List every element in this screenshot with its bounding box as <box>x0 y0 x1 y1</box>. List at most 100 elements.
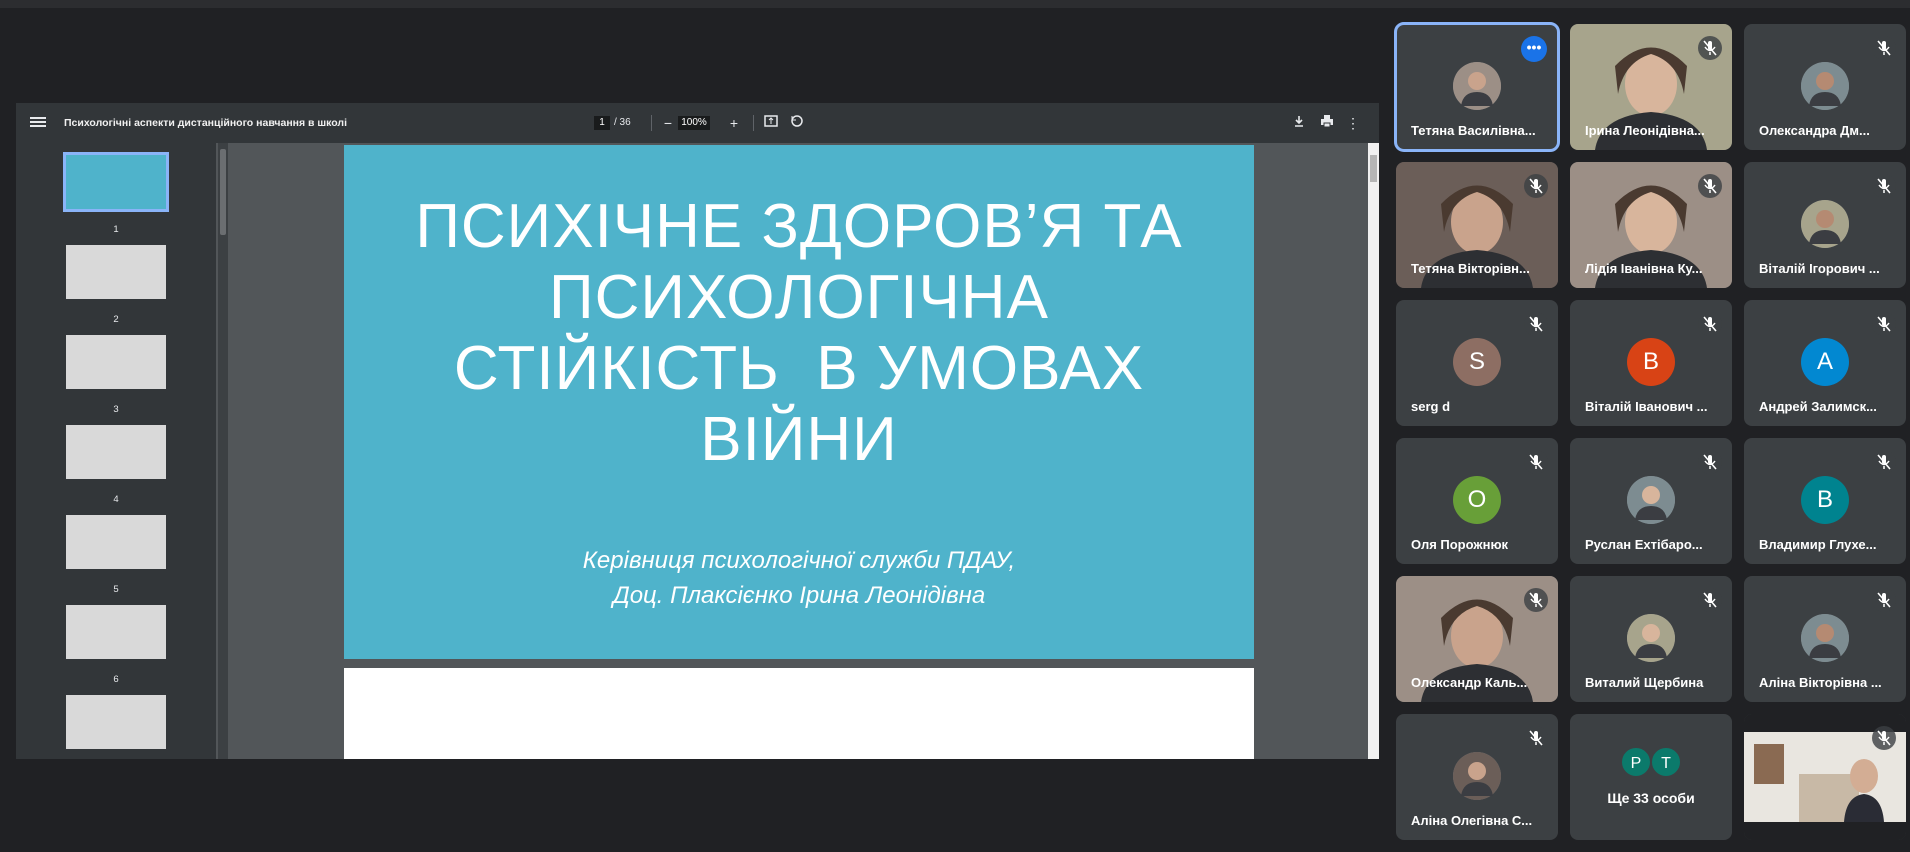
more-participants-label: Ще 33 особи <box>1607 790 1695 806</box>
divider <box>651 115 652 131</box>
thumbnail-number: 3 <box>113 404 119 415</box>
slide-title-line: ПСИХОЛОГІЧНА <box>549 263 1049 332</box>
thumbnail-page-6[interactable] <box>66 605 166 659</box>
slide-title: ПСИХІЧНЕ ЗДОРОВ’Я ТА ПСИХОЛОГІЧНА СТІЙКІ… <box>384 191 1214 475</box>
mic-off-icon <box>1698 312 1722 336</box>
avatar: T <box>1650 746 1682 778</box>
page-total: / 36 <box>614 117 631 128</box>
zoom-in-icon[interactable]: + <box>725 114 743 132</box>
participant-name: Аліна Олегівна С... <box>1411 813 1533 828</box>
slide-title-line: ВІЙНИ <box>700 405 898 474</box>
avatar: О <box>1453 476 1501 524</box>
participant-tile[interactable]: В Віталій Іванович ... <box>1570 300 1732 426</box>
mic-off-icon <box>1872 174 1896 198</box>
thumbnail-page-4[interactable] <box>66 425 166 479</box>
slide-subtitle: Керівниця психологічної служби ПДАУ, Доц… <box>384 543 1214 613</box>
avatar <box>1801 200 1849 248</box>
document-scrollbar[interactable] <box>1368 143 1379 759</box>
pdf-viewer: Психологічні аспекти дистанційного навча… <box>16 103 1379 759</box>
top-bar <box>0 0 1910 8</box>
participant-name: Аліна Вікторівна ... <box>1759 675 1882 690</box>
mic-off-icon <box>1524 174 1548 198</box>
avatar <box>1801 62 1849 110</box>
document-title: Психологічні аспекти дистанційного навча… <box>64 117 348 129</box>
mic-off-icon <box>1524 450 1548 474</box>
thumbnail-page-2[interactable] <box>66 245 166 299</box>
participant-tile[interactable]: Виталий Щербина <box>1570 576 1732 702</box>
avatar <box>1453 752 1501 800</box>
participant-tile[interactable]: Віталій Ігорович ... <box>1744 162 1906 288</box>
avatar <box>1627 614 1675 662</box>
menu-icon[interactable] <box>30 115 46 131</box>
participant-name: Олександр Каль... <box>1411 675 1528 690</box>
mic-off-icon <box>1698 174 1722 198</box>
avatar: P <box>1620 746 1652 778</box>
participant-tile[interactable]: Олександра Дм... <box>1744 24 1906 150</box>
more-options-icon[interactable]: ⋮ <box>1344 114 1362 132</box>
participant-name: Оля Порожнюк <box>1411 537 1509 552</box>
participant-name: serg d <box>1411 399 1451 414</box>
participant-tile[interactable]: А Андрей Залимск... <box>1744 300 1906 426</box>
print-icon[interactable] <box>1318 114 1336 132</box>
participant-tile[interactable]: Аліна Вікторівна ... <box>1744 576 1906 702</box>
avatar <box>1453 62 1501 110</box>
thumbnail-page-1[interactable] <box>63 152 169 212</box>
avatar: В <box>1627 338 1675 386</box>
participant-tile[interactable]: Аліна Олегівна С... <box>1396 714 1558 840</box>
thumbnail-number: 5 <box>113 584 119 595</box>
zoom-input[interactable]: 100% <box>678 116 710 130</box>
mic-off-icon <box>1524 588 1548 612</box>
participant-name: Руслан Ехтібаро... <box>1585 537 1703 552</box>
fit-page-icon[interactable] <box>762 114 780 132</box>
avatar: S <box>1453 338 1501 386</box>
participant-name: Віталій Іванович ... <box>1585 399 1708 414</box>
participant-tile[interactable]: Sserg d <box>1396 300 1558 426</box>
avatar: В <box>1801 476 1849 524</box>
mic-off-icon <box>1872 36 1896 60</box>
thumbnail-page-5[interactable] <box>66 515 166 569</box>
avatar <box>1801 614 1849 662</box>
thumbnail-number: 1 <box>113 224 119 235</box>
participant-name: Ірина Леонідівна... <box>1585 123 1705 138</box>
zoom-out-icon[interactable]: − <box>659 114 677 132</box>
thumbnail-number: 2 <box>113 314 119 325</box>
participant-tile[interactable]: Ірина Леонідівна... <box>1570 24 1732 150</box>
thumbnail-sidebar: 1 2 3 4 5 6 <box>16 143 216 759</box>
participant-tile[interactable] <box>1744 714 1906 840</box>
participant-name: Виталий Щербина <box>1585 675 1704 690</box>
page-number-input[interactable]: 1 <box>594 116 610 130</box>
participant-name: Тетяна Василівна... <box>1411 123 1536 138</box>
slide-subtitle-line: Доц. Плаксієнко Ірина Леонідівна <box>612 582 986 609</box>
participant-tile[interactable]: Олександр Каль... <box>1396 576 1558 702</box>
avatar: А <box>1801 338 1849 386</box>
slide-page-2 <box>344 668 1254 759</box>
mic-off-icon <box>1698 450 1722 474</box>
thumbnail-page-7[interactable] <box>66 695 166 749</box>
participant-tile[interactable]: ••• Тетяна Василівна... <box>1394 22 1560 152</box>
participant-name: Владимир Глухе... <box>1759 537 1877 552</box>
slide-title-line: СТІЙКІСТЬ В УМОВАХ <box>453 334 1145 403</box>
rotate-icon[interactable] <box>788 114 806 132</box>
participant-name: Тетяна Вікторівн... <box>1411 261 1530 276</box>
slide-subtitle-line: Керівниця психологічної служби ПДАУ, <box>582 547 1016 574</box>
slide-title-line: ПСИХІЧНЕ ЗДОРОВ’Я ТА <box>415 192 1183 261</box>
mic-off-icon <box>1872 450 1896 474</box>
participant-tile[interactable]: О Оля Порожнюк <box>1396 438 1558 564</box>
participant-tile[interactable]: Лідія Іванівна Ку... <box>1570 162 1732 288</box>
download-icon[interactable] <box>1290 114 1308 132</box>
thumbnail-scrollbar[interactable] <box>218 143 228 759</box>
participant-tile[interactable]: P T Ще 33 особи <box>1570 714 1732 840</box>
mic-off-icon <box>1872 726 1896 750</box>
participant-name: Андрей Залимск... <box>1759 399 1877 414</box>
mic-off-icon <box>1524 312 1548 336</box>
thumbnail-page-3[interactable] <box>66 335 166 389</box>
pdf-toolbar: Психологічні аспекти дистанційного навча… <box>16 103 1379 143</box>
participant-tile[interactable]: В Владимир Глухе... <box>1744 438 1906 564</box>
participant-tile[interactable]: Тетяна Вікторівн... <box>1396 162 1558 288</box>
tile-options-icon[interactable]: ••• <box>1521 36 1547 62</box>
slide-page-1: ПСИХІЧНЕ ЗДОРОВ’Я ТА ПСИХОЛОГІЧНА СТІЙКІ… <box>344 145 1254 659</box>
thumbnail-number: 6 <box>113 674 119 685</box>
mic-off-icon <box>1698 588 1722 612</box>
avatar <box>1627 476 1675 524</box>
participant-tile[interactable]: Руслан Ехтібаро... <box>1570 438 1732 564</box>
